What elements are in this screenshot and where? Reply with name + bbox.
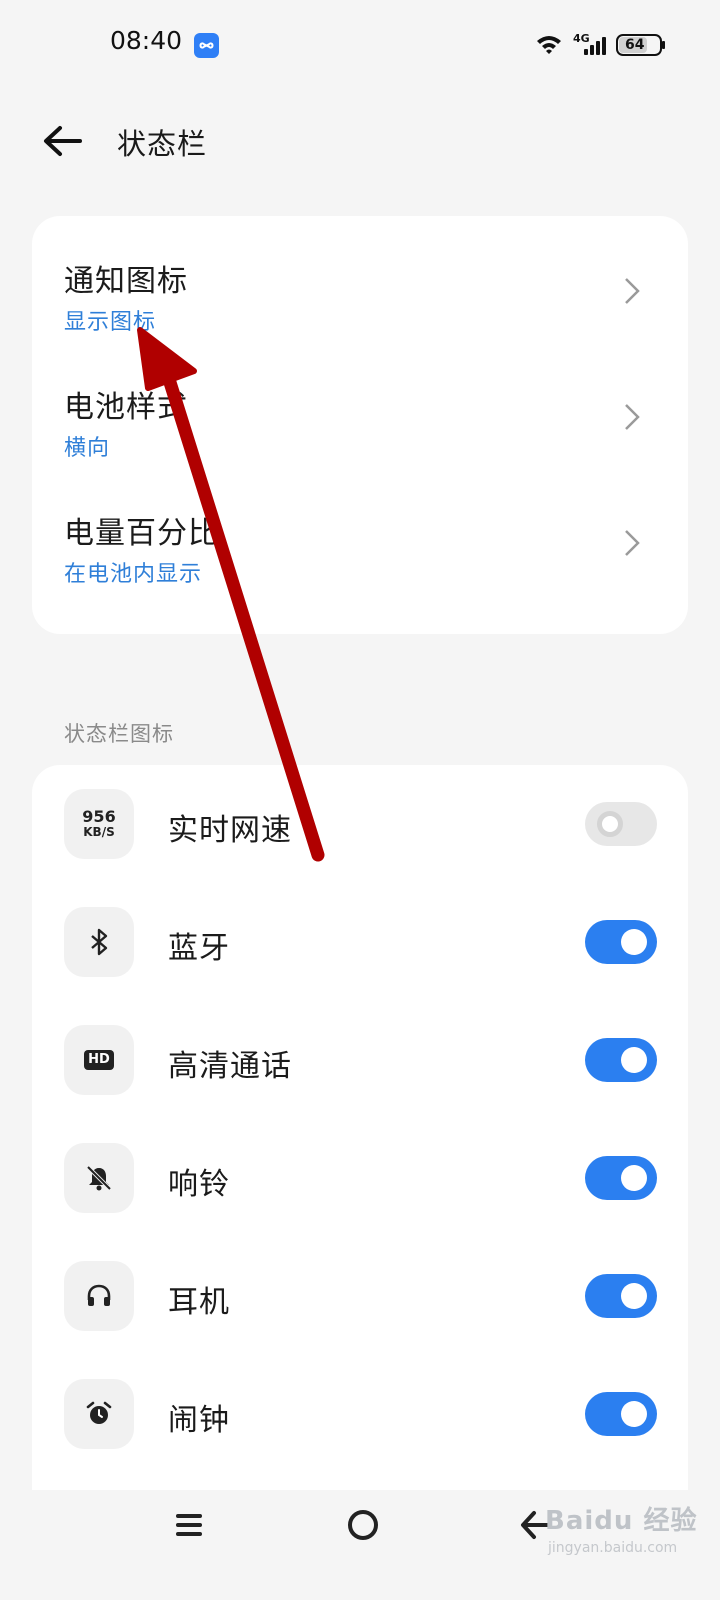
item-label: 耳机 [168,1285,230,1320]
circle-icon [348,1510,378,1540]
recents-button[interactable] [174,1508,204,1542]
setting-value: 在电池内显示 [64,562,203,587]
battery-level: 64 [625,37,645,53]
home-button[interactable] [345,1507,381,1543]
chevron-right-icon [625,530,640,556]
page-title: 状态栏 [117,127,208,161]
alarm-toggle[interactable] [585,1392,657,1436]
speed-unit: KB/S [83,825,115,839]
list-item-bluetooth: 蓝牙 [32,883,688,1001]
setting-title: 通知图标 [64,264,188,299]
list-item-alarm: 闹钟 [32,1355,688,1473]
wifi-icon [537,34,665,56]
menu-icon [176,1514,202,1536]
watermark-brand: Baidu 经验 [545,1506,698,1536]
headphones-toggle[interactable] [585,1274,657,1318]
setting-title: 电池样式 [64,390,188,425]
speed-value: 956 [82,807,116,826]
item-label: 高清通话 [168,1049,292,1084]
item-label: 实时网速 [168,813,292,848]
section-label: 状态栏图标 [64,722,174,746]
network-speed-icon: 956 KB/S [64,789,134,859]
bluetooth-icon [64,907,134,977]
arrow-left-icon [44,126,82,156]
setting-value: 横向 [64,436,111,461]
status-icons-card: 956 KB/S 实时网速 蓝牙 HD 高清通话 响铃 耳机 闹钟 [32,765,688,1525]
headphones-icon [64,1261,134,1331]
bell-off-icon [64,1143,134,1213]
setting-title: 电量百分比 [64,516,219,551]
list-item-headphones: 耳机 [32,1237,688,1355]
setting-row-notification-icons[interactable]: 通知图标 显示图标 [32,216,688,346]
back-button[interactable] [40,122,88,166]
app-notification-icon [194,33,219,58]
setting-value: 显示图标 [64,310,157,335]
list-item-network-speed: 956 KB/S 实时网速 [32,765,688,883]
network-speed-toggle[interactable] [585,802,657,846]
hd-call-icon: HD [64,1025,134,1095]
watermark-url: jingyan.baidu.com [548,1540,678,1556]
list-item-hd-call: HD 高清通话 [32,1001,688,1119]
chevron-right-icon [625,278,640,304]
setting-row-battery-style[interactable]: 电池样式 横向 [32,346,688,472]
settings-card: 通知图标 显示图标 电池样式 横向 电量百分比 在电池内显示 [32,216,688,634]
item-label: 蓝牙 [168,931,230,966]
item-label: 响铃 [168,1167,230,1202]
hd-call-toggle[interactable] [585,1038,657,1082]
setting-row-battery-percentage[interactable]: 电量百分比 在电池内显示 [32,472,688,612]
bluetooth-toggle[interactable] [585,920,657,964]
item-label: 闹钟 [168,1403,230,1438]
alarm-clock-icon [64,1379,134,1449]
ringer-toggle[interactable] [585,1156,657,1200]
screen: 08:40 4G 64 状态栏 通知图标 显示图标 电池样式 横向 电量百分比 … [0,0,720,1600]
status-right-icons: 4G 64 [535,32,670,60]
status-time: 08:40 [110,26,183,55]
list-item-ringer: 响铃 [32,1119,688,1237]
chevron-right-icon [625,404,640,430]
network-type-label: 4G [573,32,590,45]
hd-badge: HD [84,1050,114,1070]
